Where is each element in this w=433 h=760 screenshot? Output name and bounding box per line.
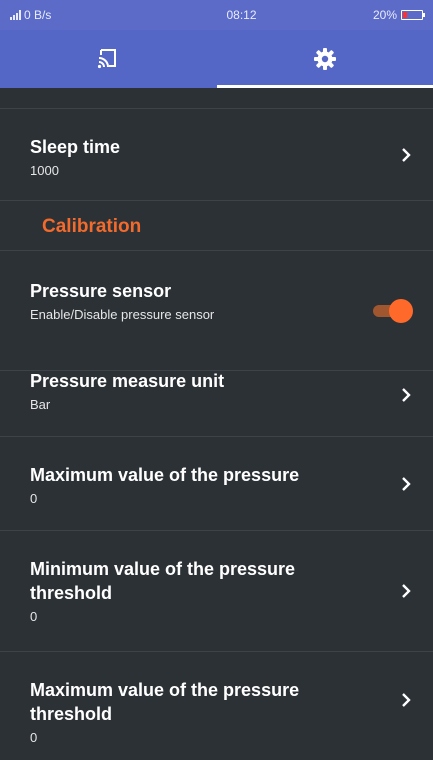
chevron-right-icon	[402, 584, 411, 598]
row-summary: Enable/Disable pressure sensor	[30, 307, 215, 322]
chevron-right-icon	[402, 476, 411, 491]
status-time: 08:12	[226, 8, 257, 22]
battery-fill	[403, 12, 407, 18]
tab-bar	[0, 30, 433, 88]
cast-icon	[98, 49, 117, 69]
battery-icon	[401, 10, 425, 20]
section-calibration: Calibration	[0, 201, 433, 251]
chevron-right-icon	[402, 147, 411, 162]
row-value: 0	[30, 609, 38, 624]
row-title: Pressure measure unit	[30, 371, 225, 391]
section-title: Calibration	[42, 216, 142, 237]
sleep-time-row[interactable]: Sleep time 1000	[0, 109, 433, 201]
pressure-sensor-row[interactable]: Pressure sensor Enable/Disable pressure …	[0, 251, 433, 371]
row-value: 0	[30, 730, 38, 745]
signal-icon	[10, 10, 21, 20]
row-title: Pressure sensor	[30, 281, 172, 301]
min-threshold-row[interactable]: Minimum value of the pressure threshold …	[0, 531, 433, 652]
row-value: 1000	[30, 163, 59, 178]
pressure-unit-row[interactable]: Pressure measure unit Bar	[0, 371, 433, 437]
row-title: Sleep time	[30, 137, 121, 157]
settings-list: Sleep time 1000 Calibration Pressure sen…	[0, 88, 433, 760]
row-title: Maximum value of the pressure	[30, 465, 300, 485]
row-value: 0	[30, 491, 38, 506]
toggle-thumb	[389, 298, 413, 323]
status-right: 20%	[372, 8, 425, 22]
max-pressure-row[interactable]: Maximum value of the pressure 0	[0, 437, 433, 531]
tab-settings[interactable]	[216, 30, 433, 88]
row-title: Maximum value of the pressure threshold	[30, 680, 300, 724]
gear-icon	[313, 48, 336, 70]
network-speed: 0 B/s	[24, 8, 52, 22]
tab-cast[interactable]	[0, 30, 217, 88]
row-text: Pressure measure unit Bar	[30, 369, 224, 414]
pressure-sensor-toggle[interactable]	[373, 298, 413, 323]
chevron-right-icon	[402, 693, 411, 707]
battery-percent: 20%	[372, 8, 397, 22]
status-bar: 0 B/s 08:12 20%	[0, 0, 433, 30]
chevron-right-icon	[402, 387, 411, 402]
row-title: Minimum value of the pressure threshold	[30, 559, 296, 603]
max-threshold-row[interactable]: Maximum value of the pressure threshold …	[0, 652, 433, 760]
status-left: 0 B/s	[10, 8, 150, 22]
row-value: Bar	[30, 397, 51, 412]
